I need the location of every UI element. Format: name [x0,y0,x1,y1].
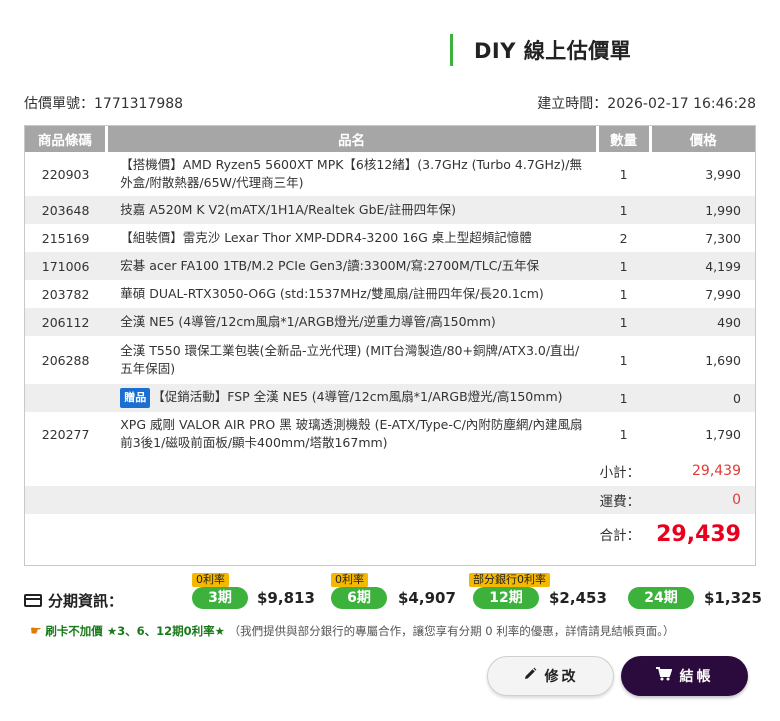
plan-tag: 部分銀行0利率 [469,573,550,587]
title-accent-bar [450,34,453,66]
quote-table: 商品條碼 品名 數量 價格 220903 【搭機價】AMD Ryzen5 560… [25,126,755,554]
item-price: 7,990 [705,286,741,302]
total-label: 合計： [599,528,641,544]
pointing-hand-icon: ☛ [30,624,42,639]
item-price: 7,300 [705,230,741,246]
table-row: 贈品 【促銷活動】FSP 全漢 NE5 (4導管/12cm風扇*1/ARGB燈光/… [25,384,755,412]
plan-tag: 0利率 [331,573,368,587]
item-name: XPG 威剛 VALOR AIR PRO 黑 玻璃透測機殼 (E-ATX/Typ… [120,417,583,450]
total-value: 29,439 [656,521,741,547]
installment-label: 分期資訊： [24,590,123,611]
item-code: 206112 [25,308,107,336]
gift-badge: 贈品 [120,388,151,408]
plan-term: 12期 [473,587,539,609]
item-price: 1,690 [705,352,741,368]
item-code: 220903 [41,166,90,182]
table-header-row: 商品條碼 品名 數量 價格 [25,126,755,152]
plan-term: 6期 [331,587,387,609]
item-name: 【搭機價】AMD Ryzen5 5600XT MPK【6核12緒】(3.7GHz… [120,157,583,190]
edit-button-label: 修改 [544,669,579,685]
item-qty: 1 [597,252,651,280]
item-price: 1,990 [650,196,755,224]
plan-amount: $2,453 [549,589,607,607]
table-row: 215169 【組裝價】雷克沙 Lexar Thor XMP-DDR4-3200… [25,224,755,252]
item-qty: 2 [619,230,628,246]
page-title: DIY 線上估價單 [474,39,632,63]
notice-highlight: 刷卡不加價 ★3、6、12期0利率★ [45,624,225,638]
item-name-text: 【促銷活動】FSP 全漢 NE5 (4導管/12cm風扇*1/ARGB燈光/高1… [152,389,563,404]
item-qty: 1 [597,384,651,412]
subtotal-value: 29,439 [692,463,741,479]
subtotal-label: 小計： [599,465,641,481]
header-name: 品名 [106,126,599,152]
item-price: 1,790 [705,426,741,442]
item-qty: 1 [597,196,651,224]
table-row: 206112 全漢 NE5 (4導管/12cm風扇*1/ARGB燈光/逆重力導管… [25,308,755,336]
quote-number: 估價單號：1771317988 [24,96,184,112]
table-row: 203782 華碩 DUAL-RTX3050-O6G (std:1537MHz/… [25,280,755,308]
page-header: DIY 線上估價單 [450,34,631,66]
item-price: 0 [650,384,755,412]
plan-amount: $9,813 [257,589,315,607]
item-code: 203782 [41,286,90,302]
plan-tag: 0利率 [192,573,229,587]
item-code: 171006 [25,252,107,280]
item-qty: 1 [619,426,628,442]
header-code: 商品條碼 [25,126,108,152]
installment-label-text: 分期資訊： [48,592,124,610]
item-price: 490 [650,308,755,336]
header-qty: 數量 [597,126,652,152]
plan-amount: $4,907 [398,589,456,607]
shipping-row: 運費： 0 [25,486,755,514]
shipping-value: 0 [650,486,755,514]
total-row: 合計： 29,439 [25,514,755,554]
quote-meta: 估價單號：1771317988 建立時間：2026-02-17 16:46:28 [24,93,756,113]
payment-notice: ☛ 刷卡不加價 ★3、6、12期0利率★ （我們提供與部分銀行的專屬合作，讓您享… [30,623,674,639]
item-price: 4,199 [650,252,755,280]
table-row: 206288 全漢 T550 環保工業包裝(全新品-立光代理) (MIT台灣製造… [25,336,755,384]
subtotal-row: 小計： 29,439 [25,456,755,486]
checkout-button-label: 結帳 [679,669,714,685]
item-name: 技嘉 A520M K V2(mATX/1H1A/Realtek GbE/註冊四年… [106,196,597,224]
plan-amount: $1,325 [704,589,762,607]
table-row: 220903 【搭機價】AMD Ryzen5 5600XT MPK【6核12緒】… [25,152,755,196]
item-code: 206288 [41,352,90,368]
item-qty: 1 [619,352,628,368]
plan-term: 24期 [628,587,694,609]
created-time: 建立時間：2026-02-17 16:46:28 [537,96,756,112]
header-price: 價格 [650,126,755,152]
checkout-button[interactable]: 結帳 [621,656,748,696]
item-name: 宏碁 acer FA100 1TB/M.2 PCIe Gen3/讀:3300M/… [106,252,597,280]
credit-card-icon [24,594,42,607]
installment-info: 分期資訊： 0利率 3期 $9,813 0利率 6期 $4,907 部分銀行0利… [24,573,762,613]
quote-table-box: 商品條碼 品名 數量 價格 220903 【搭機價】AMD Ryzen5 560… [24,125,756,566]
shipping-label: 運費： [25,486,651,514]
item-name: 全漢 T550 環保工業包裝(全新品-立光代理) (MIT台灣製造/80+銅牌/… [120,343,580,376]
item-qty: 1 [619,286,628,302]
item-code: 220277 [41,426,90,442]
table-row: 171006 宏碁 acer FA100 1TB/M.2 PCIe Gen3/讀… [25,252,755,280]
item-name: 贈品 【促銷活動】FSP 全漢 NE5 (4導管/12cm風扇*1/ARGB燈光/… [106,384,597,412]
pencil-icon [523,667,537,685]
item-code: 203648 [25,196,107,224]
item-name: 全漢 NE5 (4導管/12cm風扇*1/ARGB燈光/逆重力導管/高150mm… [106,308,597,336]
notice-text: （我們提供與部分銀行的專屬合作，讓您享有分期 0 利率的優惠，詳情請見結帳頁面。… [228,624,675,638]
edit-button[interactable]: 修改 [487,656,614,696]
shopping-cart-icon [655,667,672,685]
item-name: 華碩 DUAL-RTX3050-O6G (std:1537MHz/雙風扇/註冊四… [120,286,544,301]
item-code: 215169 [41,230,90,246]
plan-term: 3期 [192,587,248,609]
item-name: 【組裝價】雷克沙 Lexar Thor XMP-DDR4-3200 16G 桌上… [120,230,532,245]
item-qty: 1 [597,308,651,336]
item-code [25,384,107,412]
item-price: 3,990 [705,166,741,182]
item-qty: 1 [619,166,628,182]
table-row: 203648 技嘉 A520M K V2(mATX/1H1A/Realtek G… [25,196,755,224]
table-row: 220277 XPG 威剛 VALOR AIR PRO 黑 玻璃透測機殼 (E-… [25,412,755,456]
